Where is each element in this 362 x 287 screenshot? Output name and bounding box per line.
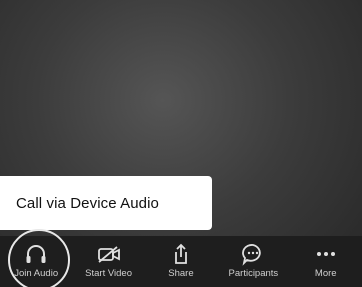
- more-dots-icon: [316, 252, 335, 256]
- participants-label: Participants: [228, 268, 279, 279]
- device-audio-popup[interactable]: Call via Device Audio: [0, 176, 212, 230]
- share-label: Share: [168, 268, 194, 279]
- chat-bubble-icon: [242, 244, 262, 266]
- call-via-device-audio-option[interactable]: Call via Device Audio: [16, 195, 159, 212]
- start-video-button[interactable]: Start Video: [74, 242, 144, 286]
- video-camera-icon: [97, 246, 120, 263]
- join-audio-highlight-ring: [8, 229, 70, 287]
- more-button[interactable]: More: [291, 242, 361, 286]
- share-icon: [175, 243, 187, 264]
- start-video-label: Start Video: [85, 268, 132, 279]
- meeting-screen: Call via Device Audio Join Audio Start V…: [0, 0, 362, 287]
- participants-button[interactable]: Participants: [218, 242, 288, 286]
- share-button[interactable]: Share: [146, 242, 216, 286]
- more-label: More: [314, 268, 337, 279]
